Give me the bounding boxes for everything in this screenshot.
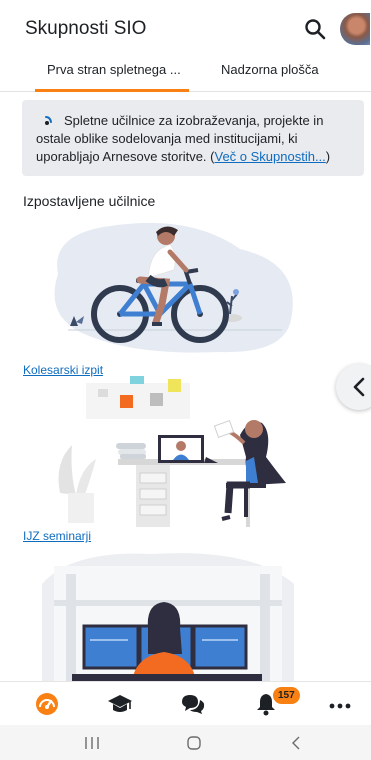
dashboard-icon[interactable] bbox=[35, 692, 61, 716]
messages-icon[interactable] bbox=[180, 692, 206, 716]
active-tab-indicator bbox=[35, 89, 189, 92]
bottom-navigation bbox=[0, 681, 371, 725]
drawer-toggle-button[interactable] bbox=[336, 364, 371, 410]
back-icon[interactable] bbox=[290, 735, 302, 751]
online-meeting-illustration[interactable] bbox=[40, 373, 310, 528]
recent-apps-icon[interactable] bbox=[84, 736, 100, 750]
notification-count-badge: 157 bbox=[273, 687, 300, 704]
signal-icon bbox=[44, 113, 58, 125]
site-summary-notice: Spletne učilnice za izobraževanja, proje… bbox=[22, 100, 364, 176]
tab-bar: Prva stran spletnega ... Nadzorna plošča bbox=[0, 56, 371, 92]
more-about-communities-link[interactable]: Več o Skupnostih... bbox=[214, 149, 325, 164]
system-navigation-bar bbox=[0, 725, 371, 760]
featured-courses-heading: Izpostavljene učilnice bbox=[23, 193, 156, 209]
monitors-illustration[interactable] bbox=[32, 544, 302, 681]
cyclist-illustration[interactable] bbox=[40, 214, 310, 364]
notice-suffix: ) bbox=[325, 149, 331, 164]
user-avatar[interactable] bbox=[340, 13, 370, 45]
app-header: Skupnosti SIO bbox=[0, 0, 371, 56]
chevron-left-icon bbox=[353, 377, 365, 397]
courses-icon[interactable] bbox=[107, 692, 133, 716]
page-title: Skupnosti SIO bbox=[25, 18, 147, 39]
tab-dashboard[interactable]: Nadzorna plošča bbox=[221, 62, 319, 77]
tab-site-home[interactable]: Prva stran spletnega ... bbox=[47, 62, 181, 77]
home-icon[interactable] bbox=[186, 735, 202, 751]
course-link-ijz-seminarji[interactable]: IJZ seminarji bbox=[23, 529, 91, 543]
more-icon[interactable] bbox=[328, 692, 354, 716]
search-icon[interactable] bbox=[303, 17, 327, 41]
